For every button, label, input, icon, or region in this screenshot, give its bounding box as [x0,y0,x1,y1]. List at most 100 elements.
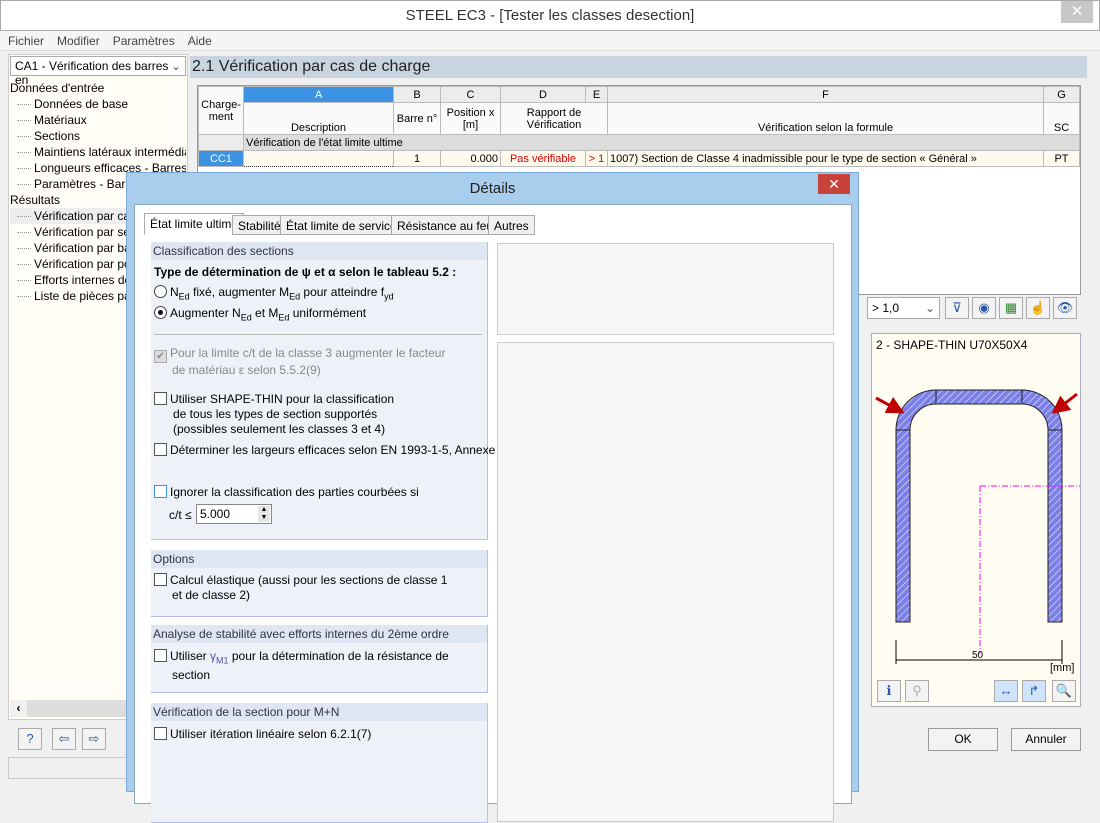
tree-item[interactable]: Données d'entrée [10,80,186,96]
group-options: Options Calcul élastique (aussi pour les… [151,550,488,617]
checkbox[interactable] [154,443,167,456]
info-panel-bottom [497,342,834,822]
cell-case[interactable]: CC1 [198,150,244,167]
radio-ned-fixe[interactable]: NEd fixé, augmenter MEd pour atteindre f… [154,285,394,304]
dialog-close-button[interactable]: ✕ [818,174,850,194]
header-rapport-l1: Rapport de [526,106,582,119]
section-graphic-panel: 2 - SHAPE-THIN U70X50X4 50 [mm] ℹ ⚲ ↔ ↱ … [871,333,1081,707]
group-header: Options [151,550,487,568]
radio-augmenter-uniformement[interactable]: Augmenter NEd et MEd uniformément [154,306,366,325]
help-button[interactable]: ? [18,728,42,750]
color-scale-button[interactable]: ◉ [972,297,996,319]
case-select[interactable]: CA1 - Vérification des barres en ⌄ [10,56,186,87]
col-letter-c[interactable]: C [440,86,501,103]
tab-stabilite[interactable]: Stabilité [232,215,287,235]
ct-label: c/t ≤ [169,508,192,522]
col-letter-b[interactable]: B [393,86,441,103]
group-row-header [198,134,244,151]
filter-select[interactable]: > 1,0 ⌄ [867,297,940,319]
group-mn: Vérification de la section pour M+N Util… [151,703,488,823]
cell-rapport[interactable]: Pas vérifiable [500,150,586,167]
tab-etat-limite-ultime[interactable]: État limite ultime [144,213,245,235]
col-letter-g[interactable]: G [1043,86,1080,103]
scroll-left-icon[interactable]: ‹ [10,700,27,717]
checkbox[interactable] [154,573,167,586]
header-rapport: Rapport de Vérification [500,102,608,135]
cell-barre[interactable]: 1 [393,150,441,167]
group-header: Vérification de la section pour M+N [151,703,487,721]
ok-button[interactable]: OK [928,728,998,751]
col-letter-d[interactable]: D [500,86,586,103]
cell-formule[interactable]: 1007) Section de Classe 4 inadmissible p… [607,150,1044,167]
help-icon: ? [26,731,34,746]
col-letter-e[interactable]: E [585,86,608,103]
col-letter-a[interactable]: A [243,86,394,103]
cell-e[interactable]: > 1 [585,150,608,167]
next-button[interactable]: ⇨ [82,728,106,750]
radio-button[interactable] [154,285,167,298]
unit-label: [mm] [1050,662,1075,674]
chevron-down-icon: ⌄ [924,301,935,315]
checkbox[interactable] [154,392,167,405]
checkbox[interactable] [154,485,167,498]
cell-description[interactable] [243,150,394,167]
select-button[interactable]: ☝ [1026,297,1050,319]
cell-position[interactable]: 0.000 [440,150,501,167]
header-rapport-l2: Vérification [526,118,582,131]
menu-parametres[interactable]: Paramètres [105,31,180,48]
tab-autres[interactable]: Autres [488,215,535,235]
window-close-button[interactable]: ✕ [1061,1,1093,23]
tree-item[interactable]: Données de base [10,96,186,112]
menu-aide[interactable]: Aide [180,31,217,48]
axis-x-icon: ↔ [999,683,1013,698]
tab-etat-limite-service[interactable]: État limite de service [280,215,403,235]
excel-export-button[interactable]: ▦ [999,297,1023,319]
header-chargement: Charge- ment [198,86,244,135]
checkbox-facteur-materiau[interactable]: ✔ Pour la limite c/t de la classe 3 augme… [154,346,445,378]
dialog-title: Détails [469,180,516,197]
info-button[interactable]: ℹ [877,680,901,702]
group-header: Analyse de stabilité avec efforts intern… [151,625,487,643]
ct-spinner[interactable]: 5.000 ▲ ▼ [196,504,272,524]
zoom-reset-button[interactable]: 🔍 [1052,680,1076,702]
checkbox[interactable] [154,649,167,662]
checkbox[interactable] [154,727,167,740]
graphic-title: 2 - SHAPE-THIN U70X50X4 [876,338,1028,352]
tab-resistance-feu[interactable]: Résistance au feu [391,215,500,235]
axes-button[interactable]: ↱ [1022,680,1046,702]
menu-fichier[interactable]: Fichier [0,31,49,48]
cancel-button[interactable]: Annuler [1011,728,1081,751]
type-label: Type de détermination de ψ et α selon le… [154,265,457,279]
checkbox-calcul-elastique[interactable]: Calcul élastique (aussi pour les section… [154,573,447,603]
checkbox-ignorer-courbees[interactable]: Ignorer la classification des parties co… [154,485,419,500]
checkbox[interactable]: ✔ [154,350,167,363]
window-titlebar: STEEL EC3 - [Tester les classes desectio… [0,0,1100,31]
filter-button[interactable]: ⊽ [945,297,969,319]
col-letter-f[interactable]: F [607,86,1044,103]
stress-button[interactable]: ⚲ [905,680,929,702]
tree-item[interactable]: Sections [10,128,186,144]
cell-sc[interactable]: PT [1043,150,1080,167]
dialog-body: État limite ultime Stabilité État limite… [134,204,852,823]
table-row[interactable]: CC1 1 0.000 Pas vérifiable > 1 1007) Sec… [198,150,1080,167]
checkbox-iteration-lineaire[interactable]: Utiliser itération linéaire selon 6.2.1(… [154,727,371,742]
spinner-arrows-icon[interactable]: ▲ ▼ [258,506,270,522]
checkbox-gamma-m1[interactable]: Utiliser γM1 pour la détermination de la… [154,649,449,683]
excel-icon: ▦ [1004,300,1018,315]
menu-modifier[interactable]: Modifier [49,31,105,48]
previous-button[interactable]: ⇦ [52,728,76,750]
tree-item[interactable]: Matériaux [10,112,186,128]
x-axis-button[interactable]: ↔ [994,680,1018,702]
axes-icon: ↱ [1028,683,1040,698]
checkbox-shape-thin[interactable]: Utiliser SHAPE-THIN pour la classificati… [154,392,394,437]
header-barre: Barre n° [393,102,441,135]
radio-button[interactable] [154,306,167,319]
header-description: Description [243,102,394,135]
checkbox-largeurs-efficaces[interactable]: Déterminer les largeurs efficaces selon … [154,443,507,458]
tree-item[interactable]: Maintiens latéraux intermédiaires [10,144,186,160]
arrow-right-icon: ⇨ [88,731,100,746]
group-stabilite: Analyse de stabilité avec efforts intern… [151,625,488,693]
group-classification: Classification des sections Type de déte… [151,242,507,540]
details-dialog: Détails ✕ État limite ultime Stabilité É… [126,172,859,823]
view-button[interactable]: 👁 [1053,297,1077,319]
